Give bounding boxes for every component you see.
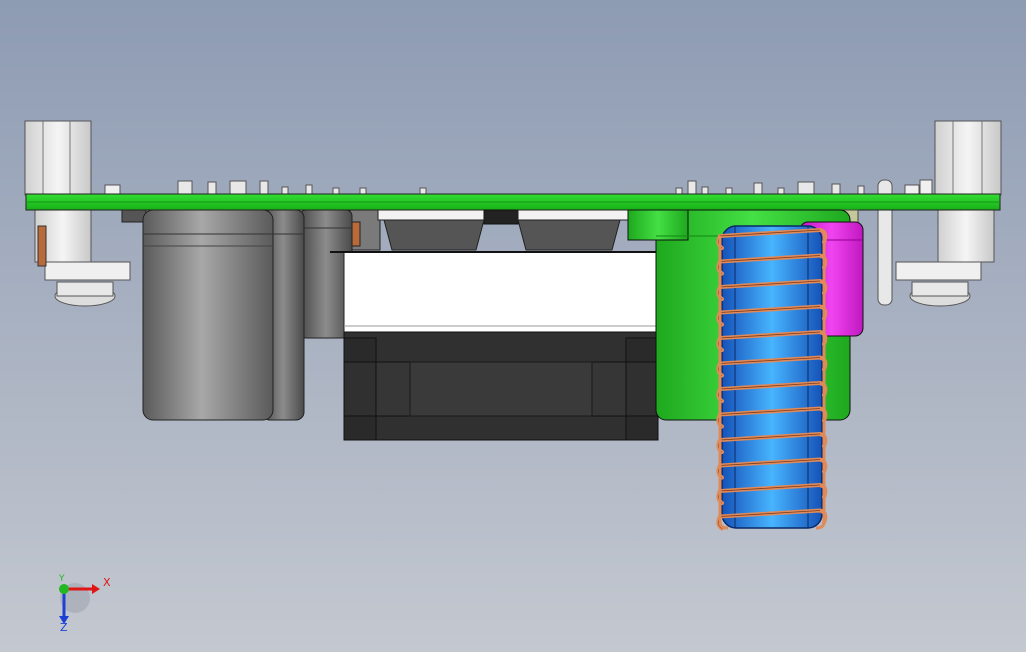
- pcb-assembly-view[interactable]: [0, 0, 1026, 652]
- x-axis-label: X: [103, 576, 111, 589]
- electrolytic-capacitor-1[interactable]: [142, 209, 274, 421]
- toroidal-inductor[interactable]: [716, 225, 828, 531]
- z-axis-label: Z: [60, 621, 68, 634]
- cooling-fan[interactable]: [343, 331, 659, 441]
- heatsink-block[interactable]: [330, 251, 672, 333]
- cad-viewport[interactable]: X Y Z: [0, 0, 1026, 652]
- y-axis-dot: [59, 584, 69, 594]
- pcb-board[interactable]: [25, 193, 1001, 211]
- y-axis-label: Y: [59, 574, 65, 584]
